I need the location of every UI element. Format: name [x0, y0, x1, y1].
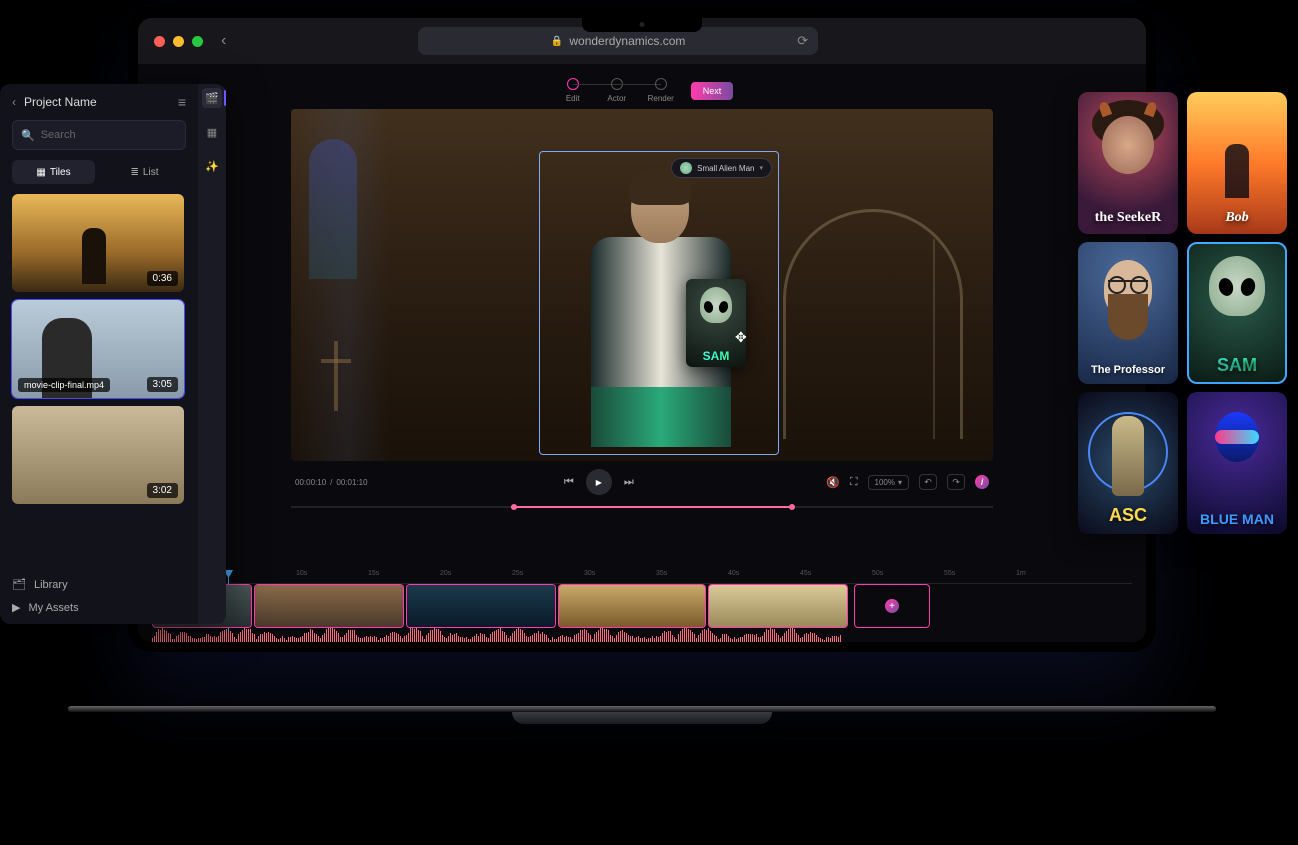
- search-icon: 🔍: [21, 129, 35, 142]
- play-button[interactable]: ▶: [586, 469, 612, 495]
- step-render[interactable]: Render: [639, 78, 683, 103]
- character-card-blueman[interactable]: BLUE MAN: [1187, 392, 1287, 534]
- search-input[interactable]: 🔍 Search: [12, 120, 186, 150]
- prev-frame-icon[interactable]: ⏮: [564, 476, 574, 489]
- add-clip-button[interactable]: +: [854, 584, 930, 628]
- window-zoom[interactable]: [192, 36, 203, 47]
- list-icon: ≣: [131, 167, 139, 178]
- view-tiles-toggle[interactable]: ▦ Tiles: [12, 160, 95, 184]
- library-icon: 🗂: [12, 578, 26, 591]
- url-text: wonderdynamics.com: [569, 34, 685, 48]
- cursor-icon: ✥: [735, 329, 747, 346]
- menu-icon[interactable]: ≡: [178, 94, 186, 110]
- timeline-clip[interactable]: [406, 584, 556, 628]
- window-close[interactable]: [154, 36, 165, 47]
- clip-thumbnail[interactable]: movie-clip-final.mp4 3:05: [12, 300, 184, 398]
- window-minimize[interactable]: [173, 36, 184, 47]
- chip-avatar-icon: [680, 162, 692, 174]
- character-card-bob[interactable]: Bob: [1187, 92, 1287, 234]
- step-edit[interactable]: Edit: [551, 78, 595, 103]
- character-card-professor[interactable]: The Professor: [1078, 242, 1178, 384]
- mute-icon[interactable]: 🔇: [826, 476, 840, 489]
- chevron-down-icon: ▾: [898, 478, 902, 487]
- zoom-select[interactable]: 100%▾: [868, 475, 909, 490]
- character-card-sam[interactable]: SAM: [1187, 242, 1287, 384]
- audio-waveform: [152, 628, 842, 642]
- timeline-clip[interactable]: [254, 584, 404, 628]
- workflow-steps: Edit Actor Render Next: [138, 64, 1146, 109]
- character-library: the SeekeR Bob The Professor SAM ASC BLU…: [1078, 92, 1288, 534]
- nav-back-icon[interactable]: ‹: [221, 32, 226, 50]
- rail-fx-icon[interactable]: ✨: [202, 156, 222, 176]
- project-sidebar: ‹ Project Name ≡ 🔍 Search ▦ Tiles ≣ List…: [0, 84, 226, 624]
- play-box-icon: ▶: [12, 601, 20, 614]
- lock-icon: 🔒: [551, 36, 563, 47]
- redo-button[interactable]: ↷: [947, 474, 965, 490]
- back-icon[interactable]: ‹: [12, 95, 16, 109]
- rail-grid-icon[interactable]: ▦: [202, 122, 222, 142]
- step-actor[interactable]: Actor: [595, 78, 639, 103]
- clip-thumbnail[interactable]: 3:02: [12, 406, 184, 504]
- reload-icon[interactable]: ⟳: [797, 33, 808, 49]
- fullscreen-icon[interactable]: ⛶: [850, 476, 858, 489]
- rail-clips-icon[interactable]: 🎬: [202, 88, 222, 108]
- timecode: 00:00:10/00:01:10: [295, 478, 372, 487]
- project-title: Project Name: [24, 95, 97, 109]
- character-card-seeker[interactable]: the SeekeR: [1078, 92, 1178, 234]
- view-list-toggle[interactable]: ≣ List: [103, 160, 186, 184]
- dragged-character-card[interactable]: SAM: [686, 279, 746, 367]
- chevron-down-icon: ▾: [759, 164, 763, 172]
- clip-thumbnail[interactable]: 0:36: [12, 194, 184, 292]
- info-icon[interactable]: i: [975, 475, 989, 489]
- timeline-clip[interactable]: [708, 584, 848, 628]
- grid-icon: ▦: [36, 167, 45, 178]
- timeline[interactable]: 0s5s10s15s20s25s30s35s40s45s50s55s1m +: [152, 570, 1132, 642]
- nav-library[interactable]: 🗂 Library: [12, 578, 186, 591]
- undo-button[interactable]: ↶: [919, 474, 937, 490]
- timeline-clip[interactable]: [558, 584, 706, 628]
- character-card-asc[interactable]: ASC: [1078, 392, 1178, 534]
- video-viewer[interactable]: Small Alien Man ▾ SAM ✥: [291, 109, 993, 461]
- mini-scrubber[interactable]: [291, 503, 993, 511]
- next-frame-icon[interactable]: ⏭: [624, 476, 634, 489]
- next-button[interactable]: Next: [691, 82, 734, 100]
- nav-my-assets[interactable]: ▶ My Assets: [12, 601, 186, 614]
- assigned-character-chip[interactable]: Small Alien Man ▾: [671, 158, 772, 178]
